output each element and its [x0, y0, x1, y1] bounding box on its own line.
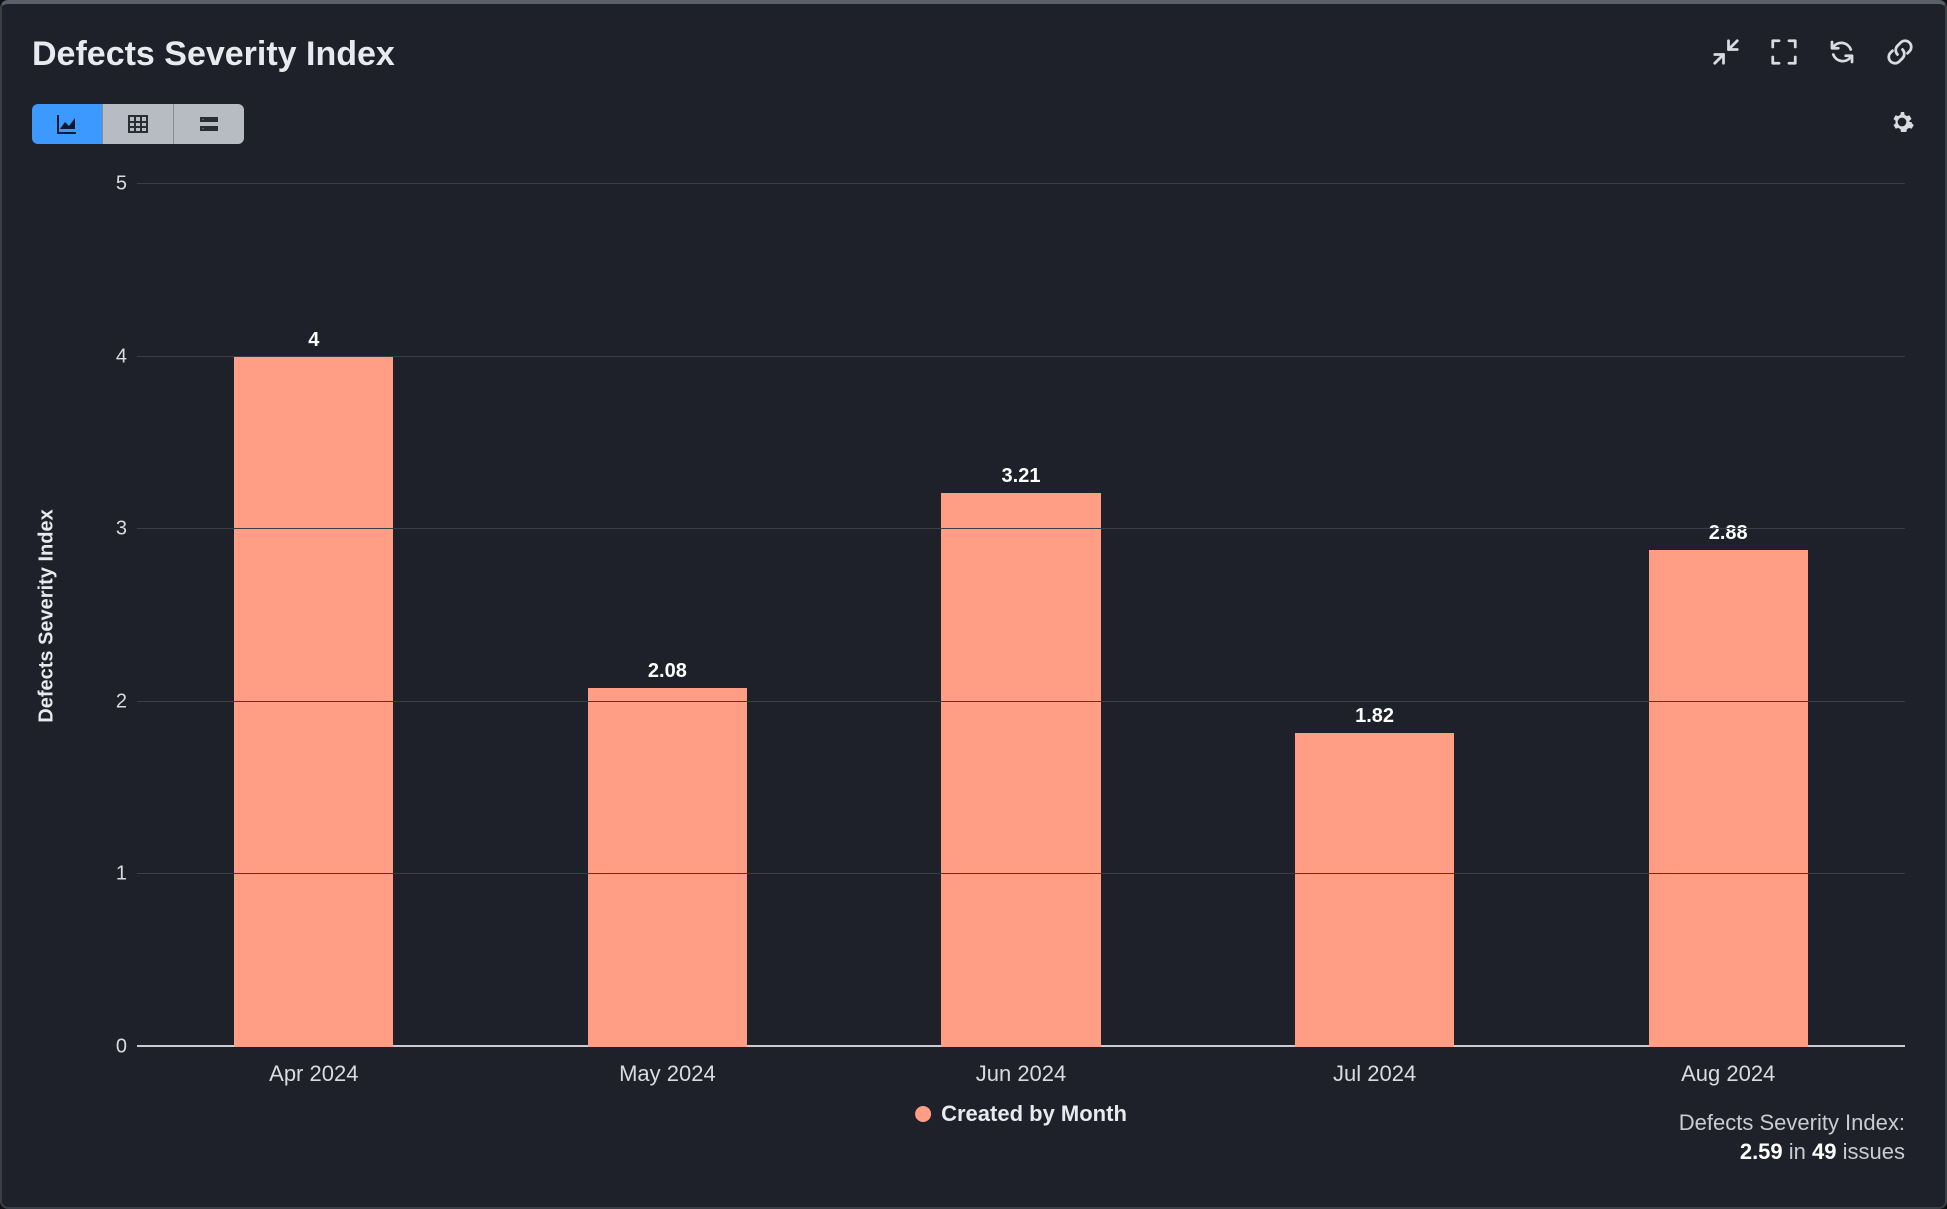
link-icon[interactable] [1885, 37, 1915, 72]
gridline [137, 701, 1905, 702]
fullscreen-icon[interactable] [1769, 37, 1799, 72]
summary-count: 49 [1812, 1139, 1836, 1164]
y-tick-label: 2 [97, 690, 127, 713]
view-toggle-group [32, 104, 244, 144]
header-icon-group [1711, 37, 1915, 72]
bar[interactable]: 1.82 [1295, 733, 1454, 1047]
y-tick-label: 3 [97, 518, 127, 541]
view-table-button[interactable] [103, 104, 174, 144]
toolbar-row [32, 102, 1915, 146]
gridline [137, 528, 1905, 529]
y-tick-label: 1 [97, 863, 127, 886]
bar-value-label: 2.08 [648, 660, 687, 683]
bar[interactable]: 2.08 [588, 688, 747, 1047]
list-icon [197, 112, 221, 136]
x-tick-label: May 2024 [619, 1061, 716, 1087]
summary-footer: Defects Severity Index: 2.59 in 49 issue… [1679, 1108, 1905, 1167]
legend-label: Created by Month [941, 1101, 1127, 1127]
summary-issues-word: issues [1843, 1139, 1905, 1164]
bar[interactable]: 2.88 [1649, 550, 1808, 1047]
collapse-icon[interactable] [1711, 37, 1741, 72]
y-tick-label: 5 [97, 173, 127, 196]
gridline [137, 183, 1905, 184]
gridline [137, 873, 1905, 874]
chart-area: Defects Severity Index 42.083.211.822.88… [57, 184, 1905, 1047]
panel-title: Defects Severity Index [32, 35, 395, 74]
y-tick-label: 4 [97, 345, 127, 368]
bar-value-label: 2.88 [1709, 522, 1748, 545]
summary-in-word: in [1789, 1139, 1806, 1164]
bar-value-label: 1.82 [1355, 705, 1394, 728]
x-tick-label: Apr 2024 [269, 1061, 358, 1087]
bar-value-label: 3.21 [1002, 465, 1041, 488]
chart-panel: Defects Severity Index [0, 0, 1947, 1209]
bar-value-label: 4 [308, 329, 319, 352]
x-tick-label: Aug 2024 [1681, 1061, 1775, 1087]
summary-label: Defects Severity Index: [1679, 1108, 1905, 1138]
view-list-button[interactable] [174, 104, 244, 144]
bars-container: 4 2.08 3.21 1.82 2.88 [137, 184, 1905, 1047]
y-tick-label: 0 [97, 1036, 127, 1059]
refresh-icon[interactable] [1827, 37, 1857, 72]
chart-legend: Created by Month [915, 1101, 1127, 1127]
view-chart-button[interactable] [32, 104, 103, 144]
legend-marker [915, 1106, 931, 1122]
table-icon [126, 112, 150, 136]
summary-value-line: 2.59 in 49 issues [1679, 1137, 1905, 1167]
gear-icon[interactable] [1889, 109, 1915, 140]
panel-header: Defects Severity Index [32, 24, 1915, 84]
plot-area: 42.083.211.822.88 Created by Month 01234… [137, 184, 1905, 1047]
area-chart-icon [55, 112, 79, 136]
summary-average: 2.59 [1740, 1139, 1783, 1164]
gridline [137, 356, 1905, 357]
x-tick-label: Jun 2024 [976, 1061, 1067, 1087]
x-tick-label: Jul 2024 [1333, 1061, 1416, 1087]
bar[interactable]: 3.21 [941, 493, 1100, 1047]
y-axis-title: Defects Severity Index [36, 509, 59, 722]
